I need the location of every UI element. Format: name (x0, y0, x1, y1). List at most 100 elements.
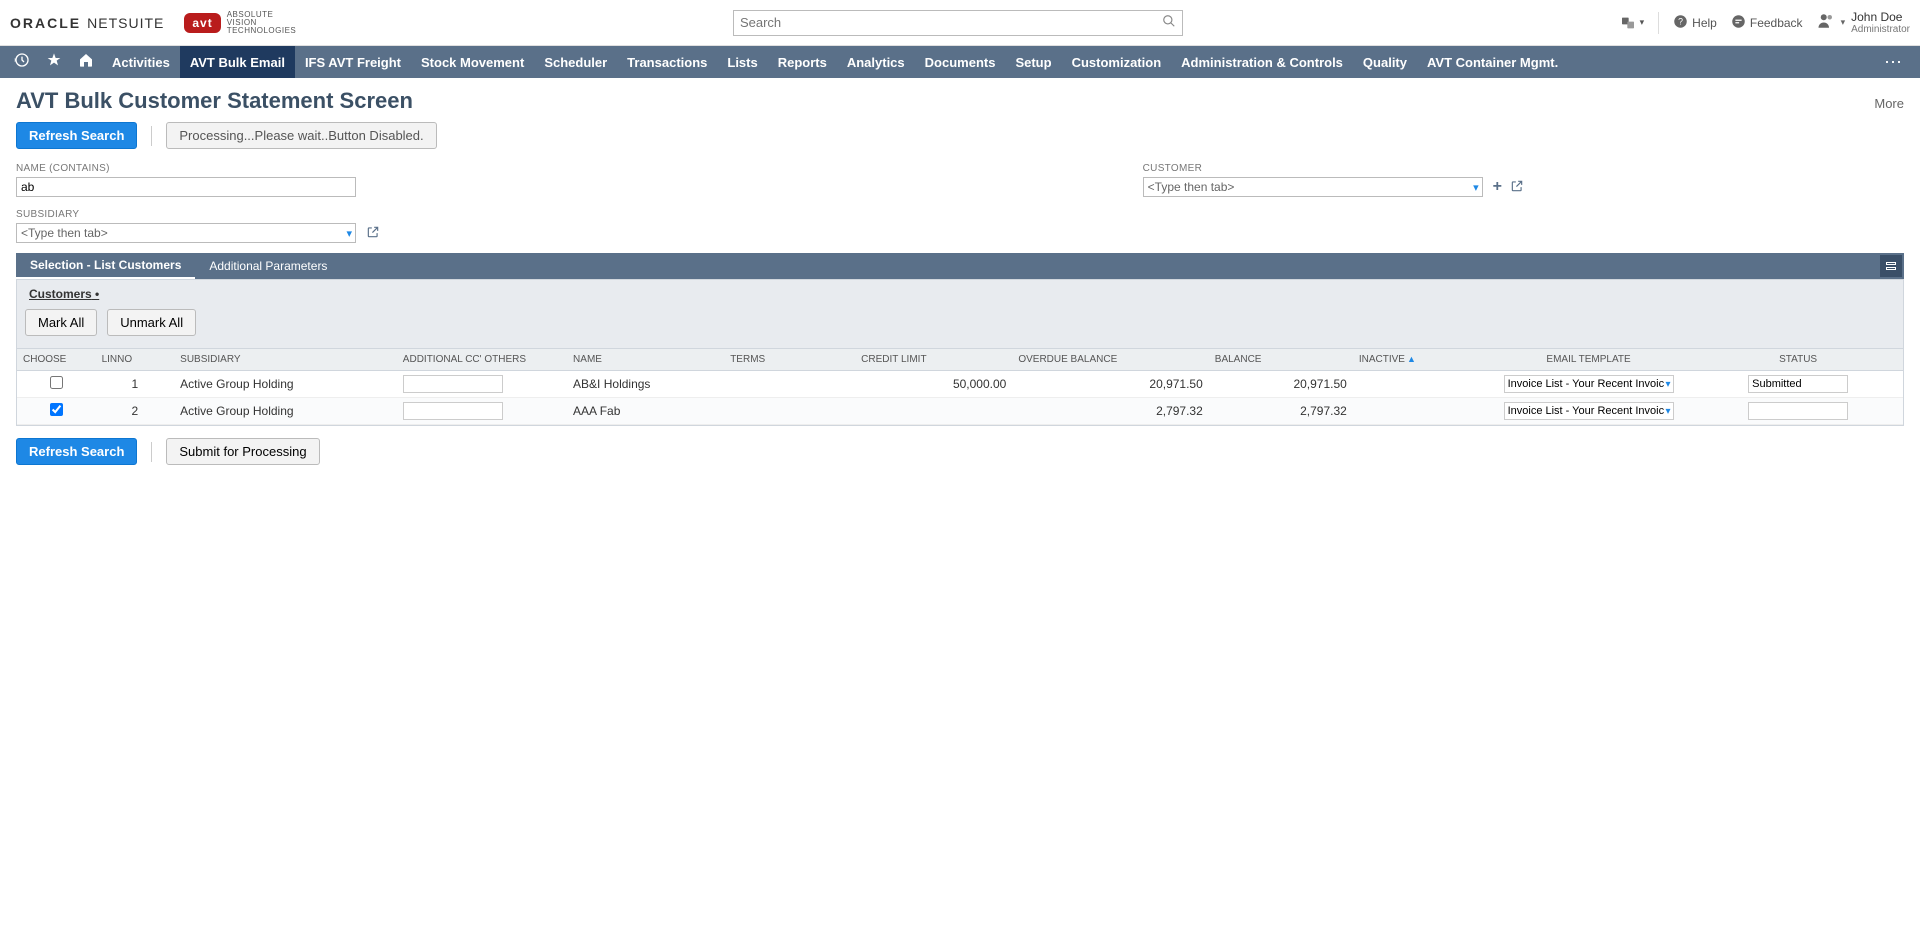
refresh-search-button-bottom[interactable]: Refresh Search (16, 438, 137, 465)
customer-input[interactable] (1143, 177, 1483, 197)
help-icon: ? (1673, 14, 1688, 32)
customers-table: CHOOSE LINNO SUBSIDIARY ADDITIONAL CC' O… (17, 349, 1903, 425)
tab-view-toggle-icon[interactable] (1880, 255, 1902, 277)
separator (151, 442, 152, 462)
search-input[interactable] (740, 15, 1162, 30)
cell-template-input[interactable] (1504, 375, 1674, 393)
global-search[interactable] (733, 10, 1183, 36)
col-template[interactable]: EMAIL TEMPLATE (1458, 349, 1720, 371)
top-header: ORACLE NETSUITE avt ABSOLUTE VISION TECH… (0, 0, 1920, 46)
customer-label: CUSTOMER (1143, 163, 1524, 174)
section-tabs: Selection - List Customers Additional Pa… (16, 253, 1904, 279)
nav-item-setup[interactable]: Setup (1005, 46, 1061, 78)
col-status[interactable]: STATUS (1720, 349, 1877, 371)
row-checkbox[interactable] (50, 376, 63, 389)
nav-item-customization[interactable]: Customization (1062, 46, 1172, 78)
nav-overflow[interactable]: ⋯ (1872, 52, 1914, 73)
user-icon (1817, 12, 1835, 33)
nav-item-transactions[interactable]: Transactions (617, 46, 717, 78)
open-external-icon[interactable] (366, 225, 380, 242)
customers-section: Customers • Mark All Unmark All (16, 279, 1904, 349)
processing-disabled-button: Processing...Please wait..Button Disable… (166, 122, 436, 149)
subsidiary-field: SUBSIDIARY ▾ (16, 209, 380, 243)
user-menu[interactable]: ▾ John Doe Administrator (1817, 10, 1910, 35)
nav-item-avt-container-mgmt-[interactable]: AVT Container Mgmt. (1417, 46, 1568, 78)
cell-inactive (1353, 371, 1458, 398)
cell-inactive (1353, 398, 1458, 425)
col-name[interactable]: NAME (567, 349, 724, 371)
col-cc[interactable]: ADDITIONAL CC' OTHERS (397, 349, 567, 371)
col-terms[interactable]: TERMS (724, 349, 855, 371)
nav-item-stock-movement[interactable]: Stock Movement (411, 46, 534, 78)
cell-status-input[interactable] (1748, 375, 1848, 393)
row-checkbox[interactable] (50, 403, 63, 416)
nav-item-reports[interactable]: Reports (768, 46, 837, 78)
help-link[interactable]: ? Help (1673, 14, 1717, 32)
cell-overdue: 20,971.50 (1012, 371, 1208, 398)
table-row[interactable]: 1Active Group HoldingAB&I Holdings50,000… (17, 371, 1903, 398)
nav-item-documents[interactable]: Documents (915, 46, 1006, 78)
cell-linno: 1 (96, 371, 175, 398)
col-overdue[interactable]: OVERDUE BALANCE (1012, 349, 1208, 371)
col-linno[interactable]: LINNO (96, 349, 175, 371)
cell-cc-input[interactable] (403, 402, 503, 420)
subsidiary-input[interactable] (16, 223, 356, 243)
submit-for-processing-button[interactable]: Submit for Processing (166, 438, 319, 465)
chevron-down-icon[interactable]: ▾ (1666, 406, 1671, 417)
col-choose[interactable]: CHOOSE (17, 349, 96, 371)
home-icon[interactable] (70, 52, 102, 73)
svg-text:?: ? (1678, 16, 1683, 26)
col-balance[interactable]: BALANCE (1209, 349, 1353, 371)
feedback-link[interactable]: Feedback (1731, 14, 1803, 32)
unmark-all-button[interactable]: Unmark All (107, 309, 196, 336)
cell-terms (724, 398, 855, 425)
mark-all-button[interactable]: Mark All (25, 309, 97, 336)
favorites-icon[interactable] (38, 52, 70, 73)
subsidiary-label: SUBSIDIARY (16, 209, 380, 220)
customer-field: CUSTOMER ▾ + (1143, 163, 1524, 197)
refresh-search-button[interactable]: Refresh Search (16, 122, 137, 149)
col-subsidiary[interactable]: SUBSIDIARY (174, 349, 397, 371)
cell-balance: 20,971.50 (1209, 371, 1353, 398)
table-row[interactable]: 2Active Group Holding AAA Fab 2,797.322,79… (17, 398, 1903, 425)
language-icon[interactable]: ▾ (1620, 15, 1645, 31)
chevron-down-icon[interactable]: ▾ (1666, 379, 1671, 390)
nav-item-activities[interactable]: Activities (102, 46, 180, 78)
history-icon[interactable] (6, 52, 38, 73)
nav-item-administration-controls[interactable]: Administration & Controls (1171, 46, 1353, 78)
cell-name: AB&I Holdings (567, 371, 724, 398)
nav-item-quality[interactable]: Quality (1353, 46, 1417, 78)
cell-template-input[interactable] (1504, 402, 1674, 420)
cell-subsidiary: Active Group Holding (174, 398, 397, 425)
name-input[interactable] (16, 177, 356, 197)
col-inactive[interactable]: INACTIVE▲ (1353, 349, 1458, 371)
nav-item-lists[interactable]: Lists (717, 46, 767, 78)
nav-item-analytics[interactable]: Analytics (837, 46, 915, 78)
cell-cc-input[interactable] (403, 375, 503, 393)
nav-item-ifs-avt-freight[interactable]: IFS AVT Freight (295, 46, 411, 78)
more-link[interactable]: More (1874, 96, 1904, 111)
oracle-logo: ORACLE (10, 15, 81, 31)
open-external-icon[interactable] (1510, 179, 1524, 196)
nav-item-scheduler[interactable]: Scheduler (534, 46, 617, 78)
search-icon[interactable] (1162, 14, 1176, 31)
cell-overdue: 2,797.32 (1012, 398, 1208, 425)
user-role: Administrator (1851, 24, 1910, 35)
cell-balance: 2,797.32 (1209, 398, 1353, 425)
cell-credit (855, 398, 1012, 425)
name-contains-field: NAME (CONTAINS) (16, 163, 380, 197)
page-title: AVT Bulk Customer Statement Screen (16, 84, 413, 122)
nav-item-avt-bulk-email[interactable]: AVT Bulk Email (180, 46, 295, 78)
avt-logo: avt ABSOLUTE VISION TECHNOLOGIES (184, 11, 296, 35)
cell-subsidiary: Active Group Holding (174, 371, 397, 398)
customers-title[interactable]: Customers • (25, 287, 99, 301)
name-label: NAME (CONTAINS) (16, 163, 380, 174)
cell-linno: 2 (96, 398, 175, 425)
tab-selection-list[interactable]: Selection - List Customers (16, 253, 195, 279)
tab-additional-params[interactable]: Additional Parameters (195, 253, 341, 279)
cell-name: AAA Fab (567, 398, 724, 425)
col-credit[interactable]: CREDIT LIMIT (855, 349, 1012, 371)
cell-status-input[interactable] (1748, 402, 1848, 420)
user-name: John Doe (1851, 10, 1910, 24)
add-icon[interactable]: + (1493, 178, 1502, 196)
